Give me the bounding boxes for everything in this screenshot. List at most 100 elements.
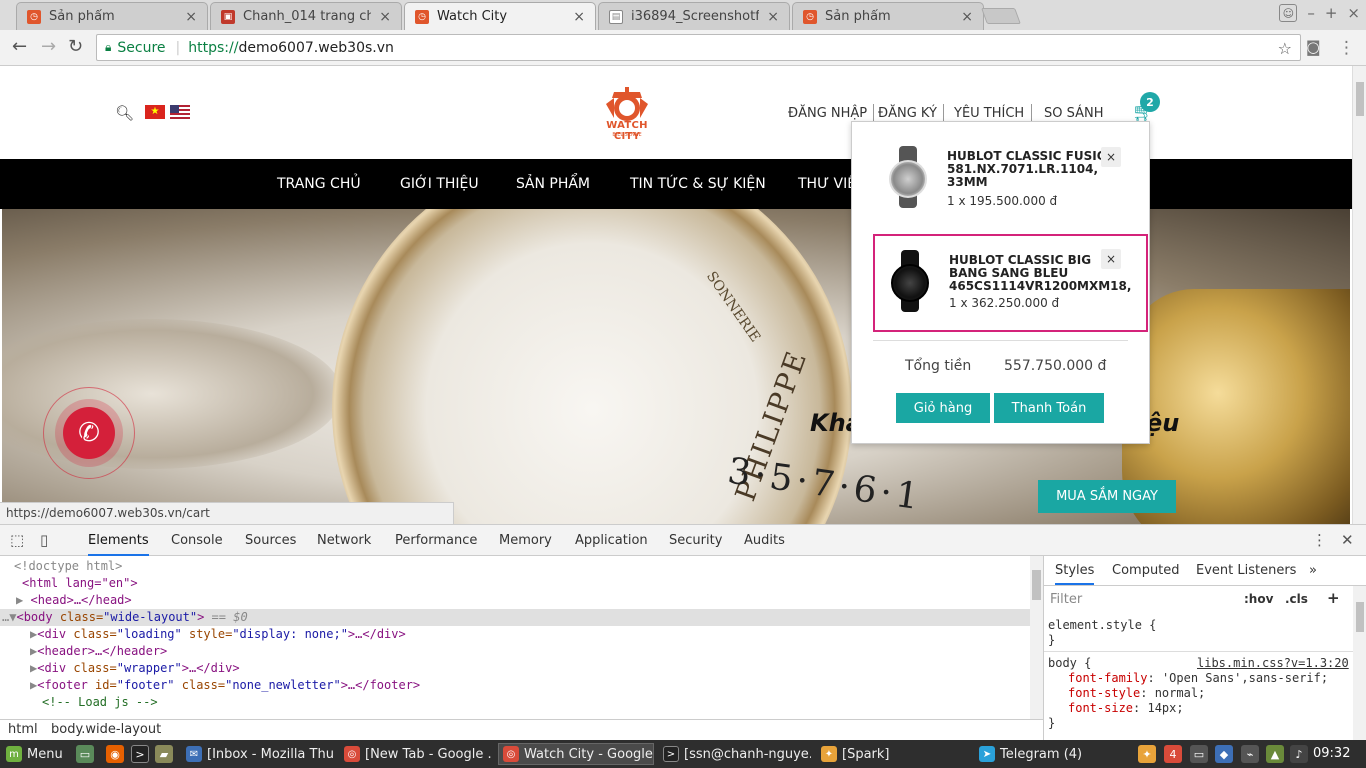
browser-tab[interactable]: ◷ Sản phẩm ×	[16, 2, 208, 30]
dom-scrollbar[interactable]	[1030, 556, 1043, 719]
dom-line[interactable]: <html lang="en">	[0, 575, 1030, 592]
styles-scrollbar[interactable]	[1353, 586, 1366, 741]
dom-line-selected[interactable]: …▼<body class="wide-layout"> == $0	[0, 609, 1030, 626]
cart-item[interactable]: HUBLOT CLASSIC FUSION 581.NX.7071.LR.110…	[873, 132, 1148, 230]
nav-home[interactable]: TRANG CHỦ	[277, 176, 361, 192]
nav-library[interactable]: THƯ VIỆ	[798, 176, 856, 192]
remove-item-button[interactable]: ×	[1101, 147, 1121, 167]
tab-close-icon[interactable]: ×	[573, 9, 585, 25]
browser-tab[interactable]: ▤ i36894_Screenshotfrom ×	[598, 2, 790, 30]
styles-filter-input[interactable]: Filter	[1048, 590, 1233, 610]
class-toggle[interactable]: .cls	[1285, 592, 1308, 606]
tab-application[interactable]: Application	[575, 533, 648, 548]
taskbar-window[interactable]: ✉ [Inbox - Mozilla Thu...	[182, 743, 334, 765]
login-link[interactable]: ĐĂNG NHẬP	[788, 106, 867, 121]
taskbar-window[interactable]: ➤ Telegram (4)	[975, 743, 1127, 765]
add-rule-icon[interactable]: +	[1327, 589, 1340, 607]
new-tab-button[interactable]	[981, 8, 1021, 24]
address-bar[interactable]: 🔒︎ Secure | https://demo6007.web30s.vn ☆	[96, 34, 1301, 61]
back-icon[interactable]: ←	[12, 36, 27, 57]
css-property[interactable]: font-family: 'Open Sans',sans-serif;	[1068, 671, 1328, 686]
element-style-rule[interactable]: element.style {	[1048, 618, 1156, 633]
tab-security[interactable]: Security	[669, 533, 722, 548]
css-property[interactable]: font-size: 14px;	[1068, 701, 1184, 716]
scrollbar-thumb[interactable]	[1356, 82, 1364, 116]
start-menu-button[interactable]: m Menu	[2, 743, 67, 765]
terminal-icon[interactable]: >	[131, 745, 149, 763]
tab-memory[interactable]: Memory	[499, 533, 552, 548]
checkout-button[interactable]: Thanh Toán	[994, 393, 1104, 423]
network-manager-icon[interactable]: ▲	[1266, 745, 1284, 763]
menu-dots-icon[interactable]: ⋮	[1338, 38, 1355, 58]
notification-badge-icon[interactable]: 4	[1164, 745, 1182, 763]
tab-styles[interactable]: Styles	[1055, 563, 1095, 585]
cart-item-highlighted[interactable]: HUBLOT CLASSIC BIG BANG SANG BLEU 465CS1…	[873, 234, 1148, 332]
show-desktop-icon[interactable]: ▭	[76, 745, 94, 763]
site-logo[interactable]: WATCH CITY BIELISENNE	[592, 84, 662, 142]
scrollbar-thumb[interactable]	[1032, 570, 1041, 600]
remove-item-button[interactable]: ×	[1101, 249, 1121, 269]
register-link[interactable]: ĐĂNG KÝ	[878, 106, 937, 121]
shop-now-button[interactable]: MUA SẮM NGAY	[1038, 480, 1176, 513]
dom-line[interactable]: <!doctype html>	[0, 558, 1030, 575]
close-window-icon[interactable]: ×	[1347, 4, 1360, 22]
tab-close-icon[interactable]: ×	[185, 9, 197, 25]
hover-state-toggle[interactable]: :hov	[1244, 592, 1273, 606]
reload-icon[interactable]: ↻	[68, 36, 83, 57]
dropbox-icon[interactable]: ◆	[1215, 745, 1233, 763]
scrollbar-thumb[interactable]	[1356, 602, 1364, 632]
device-toolbar-icon[interactable]: ▯	[40, 531, 48, 549]
tab-audits[interactable]: Audits	[744, 533, 785, 548]
network-tray-icon[interactable]: ⌁	[1241, 745, 1259, 763]
volume-icon[interactable]: ♪	[1290, 745, 1308, 763]
nav-news-events[interactable]: TIN TỨC & SỰ KIỆN	[630, 176, 766, 192]
forward-icon[interactable]: →	[41, 36, 56, 57]
browser-tab[interactable]: ▣ Chanh_014 trang chi tiết ×	[210, 2, 402, 30]
tab-elements[interactable]: Elements	[88, 533, 149, 556]
dom-line[interactable]: ▶<div class="wrapper">…</div>	[0, 660, 1030, 677]
files-icon[interactable]: ▰	[155, 745, 173, 763]
devtools-menu-icon[interactable]: ⋮	[1312, 531, 1327, 549]
body-rule-selector[interactable]: body {	[1048, 656, 1091, 671]
taskbar-window[interactable]: > [ssn@chanh-nguye...	[659, 743, 811, 765]
browser-tab[interactable]: ◷ Sản phẩm ×	[792, 2, 984, 30]
tab-sources[interactable]: Sources	[245, 533, 296, 548]
taskbar-window-active[interactable]: ◎ Watch City - Google...	[498, 743, 654, 765]
view-cart-button[interactable]: Giỏ hàng	[896, 393, 990, 423]
devtools-close-icon[interactable]: ✕	[1341, 531, 1354, 549]
us-flag-icon[interactable]	[170, 105, 190, 119]
tab-close-icon[interactable]: ×	[961, 9, 973, 25]
maximize-icon[interactable]: +	[1325, 4, 1338, 22]
tab-computed[interactable]: Computed	[1112, 563, 1180, 578]
expand-triangle-icon[interactable]: ▶	[16, 593, 23, 607]
page-scrollbar[interactable]	[1352, 66, 1366, 524]
search-icon[interactable]: 🔍︎	[115, 104, 134, 122]
tab-close-icon[interactable]: ×	[767, 9, 779, 25]
dom-line[interactable]: ▶<footer id="footer" class="none_newlett…	[0, 677, 1030, 694]
dom-line[interactable]: ▶ <head>…</head>	[0, 592, 1030, 609]
tab-event-listeners[interactable]: Event Listeners	[1196, 563, 1296, 578]
more-tabs-icon[interactable]: »	[1309, 563, 1317, 578]
inspect-element-icon[interactable]: ⬚	[10, 531, 24, 549]
nav-about[interactable]: GIỚI THIỆU	[400, 176, 479, 192]
profile-icon[interactable]: ☺	[1279, 4, 1298, 22]
taskbar-window[interactable]: ✦ [Spark]	[817, 743, 969, 765]
window-tray-icon[interactable]: ▭	[1190, 745, 1208, 763]
tab-network[interactable]: Network	[317, 533, 371, 548]
browser-tab-active[interactable]: ◷ Watch City ×	[404, 2, 596, 30]
tab-console[interactable]: Console	[171, 533, 223, 548]
firefox-icon[interactable]: ◉	[106, 745, 124, 763]
dom-line[interactable]: ▶<header>…</header>	[0, 643, 1030, 660]
minimize-icon[interactable]: –	[1307, 4, 1315, 22]
rule-source-link[interactable]: libs.min.css?v=1.3:20	[1197, 656, 1349, 671]
compare-link[interactable]: SO SÁNH	[1044, 106, 1104, 121]
taskbar-window[interactable]: ◎ [New Tab - Google ...	[340, 743, 492, 765]
dom-line[interactable]: <!-- Load js -->	[0, 694, 1030, 711]
dom-line[interactable]: ▶<div class="loading" style="display: no…	[0, 626, 1030, 643]
css-property[interactable]: font-style: normal;	[1068, 686, 1205, 701]
call-button[interactable]: ✆	[43, 387, 135, 479]
breadcrumb-body[interactable]: body.wide-layout	[51, 722, 161, 737]
tab-performance[interactable]: Performance	[395, 533, 477, 548]
camera-icon[interactable]: ◙	[1306, 38, 1321, 56]
nav-products[interactable]: SẢN PHẨM	[516, 176, 590, 192]
